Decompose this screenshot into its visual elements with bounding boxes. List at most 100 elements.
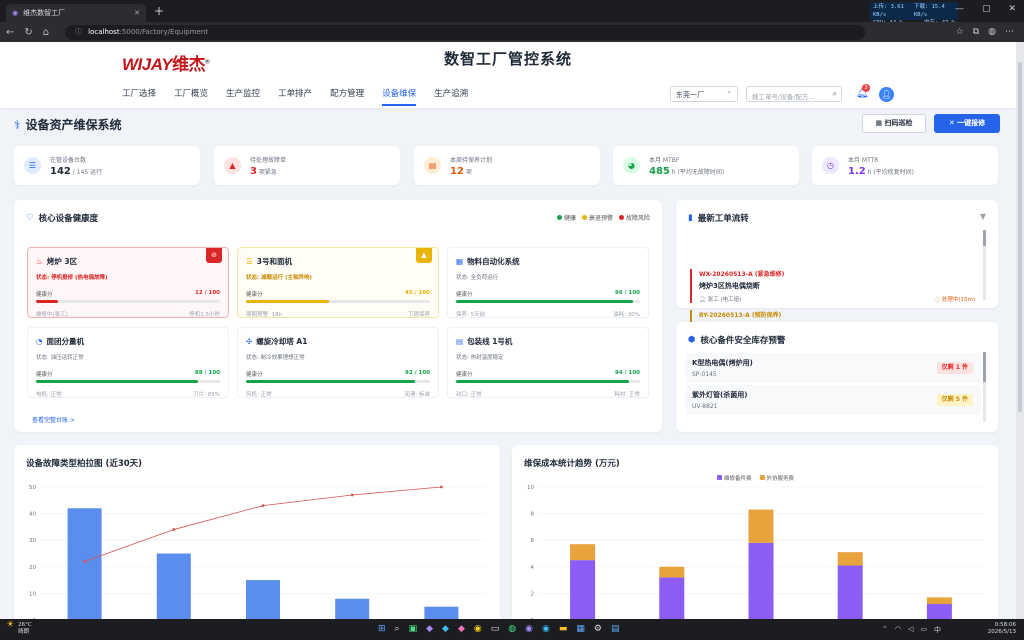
menu-equipment[interactable]: 设备维保 xyxy=(382,87,417,106)
equipment-footer: 维修中(张工) 停机1.5小时 xyxy=(36,310,220,318)
url-host: localhost xyxy=(88,28,120,36)
equipment-foot-right: 停机1.5小时 xyxy=(189,312,220,318)
vscode-icon[interactable]: ◆ xyxy=(442,624,449,634)
url-field[interactable]: ⓘ localhost:5000/Factory/Equipment xyxy=(65,24,866,40)
kpi-card[interactable]: ◕ 本月 MTBF 485 h (平均无故障时间) xyxy=(613,146,799,185)
scan-inspection-button[interactable]: ▦ 扫码巡检 xyxy=(862,114,926,133)
health-score-row: 健康分 92 / 100 xyxy=(246,370,430,378)
kpi-card[interactable]: ◷ 本月 MTTR 1.2 h (平均修复时间) xyxy=(812,146,998,185)
maximize-icon[interactable]: ▢ xyxy=(982,4,991,14)
equipment-status: 状态: 停机报修 (热电偶故障) xyxy=(36,275,108,281)
search-input[interactable]: 搜工单号/设备/配方... ⌕ xyxy=(746,86,842,102)
spare-item[interactable]: 紫外灯管(杀菌用) UV-8821 仅剩 5 件 xyxy=(685,385,981,415)
visual-studio-icon[interactable]: ◆ xyxy=(426,624,433,634)
kpi-sub: h (平均无故障时间) xyxy=(669,168,725,176)
weather-widget[interactable]: ☀ 26°C 晴朗 xyxy=(6,621,32,636)
factory-select[interactable]: 东莞一厂 xyxy=(670,86,738,102)
filter-icon[interactable]: ▼ xyxy=(980,212,986,221)
y-tick-label: 10 xyxy=(29,591,36,597)
menu-trace[interactable]: 生产追溯 xyxy=(434,87,468,106)
edge-icon[interactable]: ◉ xyxy=(542,624,550,634)
menu-work-order[interactable]: 工单排产 xyxy=(278,87,312,106)
workorder-item[interactable]: WX-20260513-A (紧急维修) 烤炉3区热电偶烧断 👤︎ 张工 (电工… xyxy=(690,269,975,303)
bell-icon[interactable]: 🔔︎ 3 xyxy=(856,84,870,99)
report-repair-button[interactable]: ✕ 一键报修 xyxy=(934,114,1000,133)
browser-tab[interactable]: ◉ 维杰数智工厂 ✕ xyxy=(6,4,146,22)
clock[interactable]: 0:58:06 2026/5/13 xyxy=(988,622,1016,636)
equipment-card[interactable]: ▤ 包装线 1号机 状态: 热封温度稳定 健康分 94 / 100 封口: 正常 耗材… xyxy=(447,327,649,398)
home-icon[interactable]: ⌂ xyxy=(43,27,49,38)
minimize-icon[interactable]: — xyxy=(955,4,964,14)
kpi-icon: ◕ xyxy=(623,157,640,174)
equipment-card[interactable]: ▦ 物料自动化系统 状态: 全负荷运行 健康分 96 / 100 保养: 5天前 油耗… xyxy=(447,247,649,318)
health-bar-fill xyxy=(36,300,59,303)
scroll-thumb[interactable] xyxy=(1018,62,1022,412)
settings-icon[interactable]: ⚙ xyxy=(594,624,602,634)
menu-recipe[interactable]: 配方管理 xyxy=(330,87,364,106)
net-down: 下载: 15.4 KB/s xyxy=(914,4,945,18)
extensions-icon[interactable]: ⧉ xyxy=(973,27,979,37)
menu-factory-select[interactable]: 工厂选择 xyxy=(122,87,156,106)
avatar[interactable]: 👤︎ xyxy=(879,87,894,102)
widgets-icon[interactable]: ▣ xyxy=(409,624,418,634)
weather-text: 晴朗 xyxy=(18,629,30,635)
wechat-icon[interactable]: ◍ xyxy=(508,624,516,634)
stacked-bar xyxy=(659,566,685,578)
menu-production-monitor[interactable]: 生产监控 xyxy=(226,87,260,106)
wifi-icon[interactable]: ◠ xyxy=(895,625,901,635)
lang-icon[interactable]: 中 xyxy=(934,625,941,635)
clock-date: 2026/5/13 xyxy=(987,629,1016,635)
tab-title: 维杰数智工厂 xyxy=(23,9,66,17)
profile-icon[interactable]: ◍ xyxy=(988,27,996,37)
equipment-card[interactable]: ⊘ ♨ 烤炉 3区 状态: 停机报修 (热电偶故障) 健康分 12 / 100 维修… xyxy=(27,247,229,318)
health-title: ♡ 核心设备健康度 xyxy=(26,212,98,224)
close-window-icon[interactable]: ✕ xyxy=(1008,4,1016,14)
new-tab-icon[interactable]: + xyxy=(154,4,164,18)
terminal-icon[interactable]: ▭ xyxy=(491,624,500,634)
workorder-assignee: 张工 (电工组) xyxy=(707,297,742,303)
star-icon[interactable]: ☆ xyxy=(956,27,964,37)
equipment-card[interactable]: ◔ 面团分量机 状态: 油压运转正常 健康分 88 / 100 电机: 正常 刀片: … xyxy=(27,327,229,398)
equipment-card[interactable]: ✣ 螺旋冷却塔 A1 状态: 制冷效果理想正常 健康分 92 / 100 风机: 正… xyxy=(237,327,439,398)
cumulative-point xyxy=(172,528,176,531)
kpi-card[interactable]: ▲ 待处理故障单 3 项紧急 xyxy=(214,146,400,185)
app-page: WIJAY维杰® 数智工厂管控系统 工厂选择 工厂概览 生产监控 工单排产 配方… xyxy=(0,42,1016,619)
kpi-card[interactable]: ☰ 在管设备台数 142 / 145 运行 xyxy=(14,146,200,185)
equipment-card[interactable]: ▲ ☰ 3号和面机 状态: 减载运行 (主轴异响) 健康分 45 / 100 周期预… xyxy=(237,247,439,318)
stacked-bar xyxy=(926,597,952,605)
health-score: 88 / 100 xyxy=(195,370,220,376)
store-icon[interactable]: ▤ xyxy=(611,624,620,634)
y-tick-label: 10 xyxy=(527,485,534,491)
back-icon[interactable]: ← xyxy=(6,27,14,38)
explorer-icon[interactable]: ▬ xyxy=(559,624,568,634)
search-taskbar-icon[interactable]: ⌕ xyxy=(395,624,400,634)
equipment-name-row: ☰ 3号和面机 xyxy=(246,256,430,267)
workorder-status-text: 处理中(15m) xyxy=(941,297,975,303)
spares-scrollbar[interactable] xyxy=(983,352,986,422)
kpi-card[interactable]: ▤ 本周待保养计划 12 项 xyxy=(414,146,600,185)
kpi-value: 485 xyxy=(649,165,670,177)
browser-icon[interactable]: ◉ xyxy=(525,624,533,634)
view-ledger-link[interactable]: 查看完整台账 > xyxy=(32,415,75,424)
equipment-foot-right: 刀片: 85% xyxy=(193,392,220,398)
search-icon[interactable]: ⌕ xyxy=(833,89,837,99)
cost-title: 维保成本统计趋势 (万元) xyxy=(524,459,620,469)
page-scrollbar[interactable] xyxy=(1016,42,1024,619)
workorder-scrollbar[interactable] xyxy=(983,230,986,300)
reload-icon[interactable]: ↻ xyxy=(24,27,32,38)
spare-item[interactable]: K型热电偶(烤炉用) SP-0145 仅剩 1 件 xyxy=(685,353,981,383)
site-info-icon[interactable]: ⓘ xyxy=(75,27,82,37)
start-icon[interactable]: ⊞ xyxy=(378,624,386,634)
more-icon[interactable]: ⋯ xyxy=(1005,27,1014,37)
rider-icon[interactable]: ◆ xyxy=(458,624,465,634)
chevron-up-icon[interactable]: ⌃ xyxy=(882,625,888,635)
volume-icon[interactable]: ◁ xyxy=(908,625,913,635)
close-tab-icon[interactable]: ✕ xyxy=(134,9,140,17)
box-icon: ⬢ xyxy=(688,335,696,345)
app-icon[interactable]: ▦ xyxy=(576,624,585,634)
chrome-icon[interactable]: ◉ xyxy=(474,624,482,634)
battery-icon[interactable]: ▭ xyxy=(920,625,927,635)
menu-factory-overview[interactable]: 工厂概览 xyxy=(174,87,208,106)
y-tick-label: 8 xyxy=(531,512,535,518)
stop-flag-icon: ⊘ xyxy=(206,248,222,263)
